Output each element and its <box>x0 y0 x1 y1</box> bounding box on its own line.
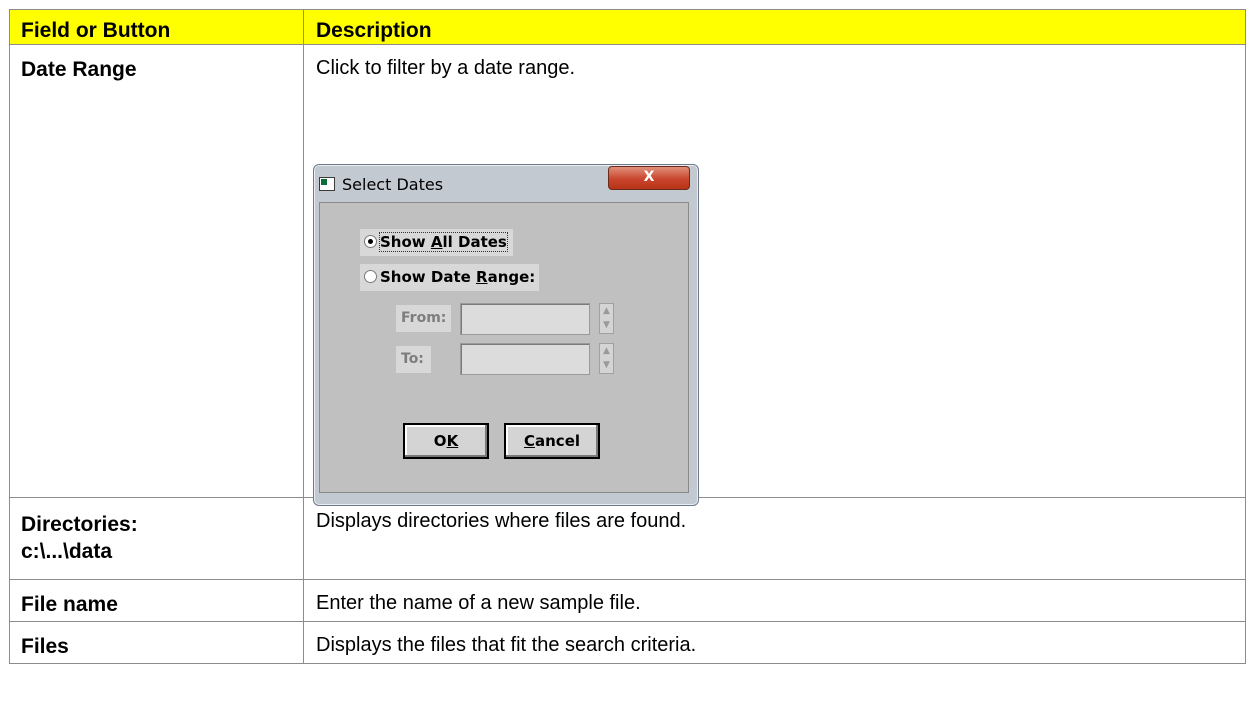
to-date-spinner[interactable]: ▲ ▼ <box>599 343 614 374</box>
show-all-dates-radio[interactable]: Show All Dates <box>360 229 513 256</box>
table-row: Directories: c:\...\data Displays direct… <box>9 497 1246 580</box>
table-row: File name Enter the name of a new sample… <box>9 579 1246 622</box>
to-label: To: <box>396 346 431 373</box>
field-name-files: Files <box>21 635 69 658</box>
select-dates-dialog: Select Dates X Show All Dates Show Date … <box>313 164 699 506</box>
description-cell: Displays the files that fit the search c… <box>303 621 1246 664</box>
field-name-file-name: File name <box>21 593 118 616</box>
field-name-directories-line2: c:\...\data <box>21 540 113 563</box>
cancel-button[interactable]: Cancel <box>504 423 600 459</box>
spin-down-icon: ▼ <box>603 360 610 370</box>
description-file-name: Enter the name of a new sample file. <box>316 592 641 614</box>
spin-down-icon: ▼ <box>603 320 610 330</box>
field-cell: Files <box>9 621 304 664</box>
description-date-range: Click to filter by a date range. <box>316 57 576 79</box>
field-name-date-range: Date Range <box>21 58 137 81</box>
show-all-dates-label: Show All Dates <box>379 232 508 252</box>
from-label: From: <box>396 305 452 332</box>
dialog-body: Show All Dates Show Date Range: From: ▲ ▼… <box>319 202 689 493</box>
header-description-label: Description <box>316 19 432 42</box>
header-field: Field or Button <box>9 9 304 45</box>
app-icon <box>319 177 335 191</box>
header-row: Field or Button Description <box>9 9 1246 45</box>
radio-selected-icon <box>364 235 377 248</box>
spin-up-icon: ▲ <box>603 306 610 316</box>
from-date-field[interactable] <box>460 303 590 335</box>
description-files: Displays the files that fit the search c… <box>316 634 697 656</box>
table-row: Files Displays the files that fit the se… <box>9 621 1246 664</box>
from-date-spinner[interactable]: ▲ ▼ <box>599 303 614 334</box>
field-cell: File name <box>9 579 304 622</box>
show-date-range-radio[interactable]: Show Date Range: <box>360 264 539 291</box>
dialog-title: Select Dates <box>342 175 444 194</box>
close-button[interactable]: X <box>608 166 690 190</box>
field-cell: Directories: c:\...\data <box>9 497 304 580</box>
field-cell: Date Range <box>9 44 304 498</box>
ok-button[interactable]: OK <box>403 423 489 459</box>
header-field-label: Field or Button <box>21 19 171 42</box>
field-name-directories: Directories: c:\...\data <box>10 498 303 565</box>
header-description: Description <box>303 9 1246 45</box>
description-cell: Displays directories where files are fou… <box>303 497 1246 580</box>
show-date-range-label: Show Date Range: <box>380 268 536 286</box>
description-cell: Enter the name of a new sample file. <box>303 579 1246 622</box>
field-name-directories-line1: Directories: <box>21 513 138 536</box>
dialog-titlebar[interactable]: Select Dates X <box>314 165 698 201</box>
to-date-field[interactable] <box>460 343 590 375</box>
radio-unselected-icon <box>364 270 377 283</box>
spin-up-icon: ▲ <box>603 346 610 356</box>
